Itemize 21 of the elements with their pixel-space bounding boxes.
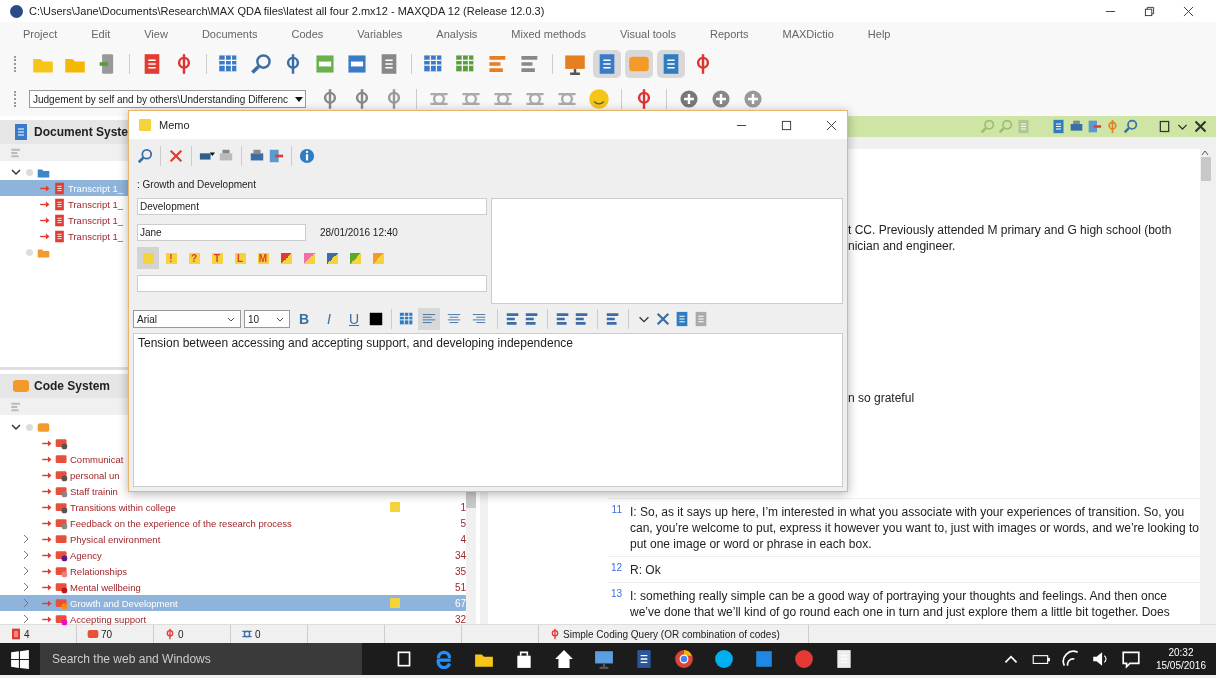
code-label: : Growth and Development: [136, 178, 257, 192]
panel-title: Document Syste: [34, 125, 129, 139]
line-number: 11: [610, 504, 622, 517]
document-text: n so grateful: [848, 390, 916, 406]
date-text: 28/01/2016 12:40: [320, 227, 398, 238]
status-text: 0: [178, 628, 184, 640]
panel-title: Code System: [34, 379, 111, 393]
document-paragraph: R: Ok: [630, 562, 661, 578]
line-number: 13: [609, 588, 622, 601]
window-title: C:\Users\Jane\Documents\Research\MAX QDA files\latest all four 2.mx12 - MAXQDA 12 (Release 12.0.3): [29, 5, 546, 17]
document-text: nician and engineer.: [848, 238, 957, 254]
status-text: 70: [101, 628, 113, 640]
memo-text: Tension between accessing and accepting support, and developing independence: [138, 336, 574, 350]
line-number: 12: [609, 562, 622, 575]
status-text: Simple Coding Query (OR combination of codes): [563, 628, 780, 640]
dialog-title: Memo: [159, 119, 190, 131]
document-paragraph: I: something really simple can be a good way of portraying your thoughts and feelings. And then once we’ve done that we’ll kind of go round each one in turn and just explore them a little bit together. Does: [630, 588, 1171, 620]
document-text: t CC. Previously attended M primary and G high school (both: [848, 222, 1173, 238]
document-paragraph: I: So, as it says up here, I’m interested in what you associate with your experiences of transition. So, you can, you’re welcome to put, express it however you want to, just with images or words, and we’re looking to put one image or word or phrase in each box.: [630, 504, 1200, 552]
status-text: 0: [255, 628, 261, 640]
status-text: 4: [24, 628, 30, 640]
